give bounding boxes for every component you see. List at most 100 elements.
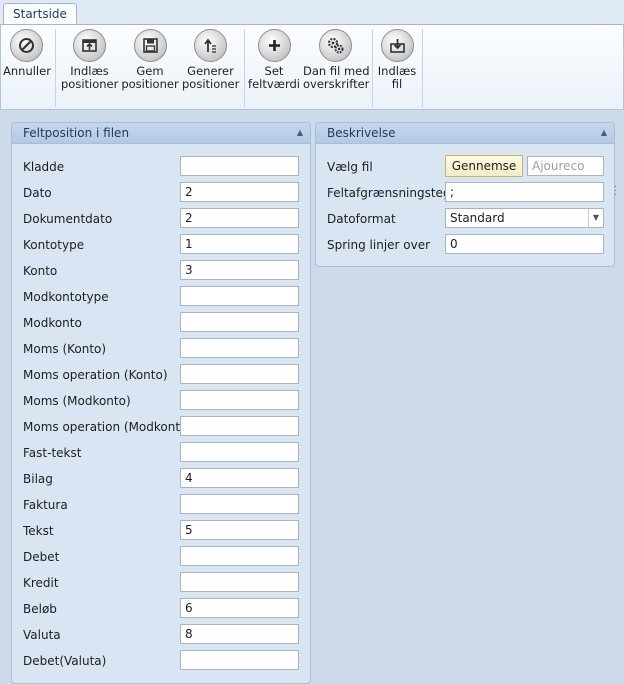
tab-startside[interactable]: Startside	[3, 3, 77, 26]
field-row: Kredit	[23, 572, 303, 594]
field-row: Fast-tekst	[23, 442, 303, 464]
field-label: Bilag	[23, 472, 53, 486]
file-row: Vælg fil Gennemse Ajoureco	[327, 155, 607, 178]
field-position-input[interactable]: 2	[180, 182, 299, 202]
field-label: Valuta	[23, 628, 61, 642]
field-position-input[interactable]	[180, 286, 299, 306]
field-position-panel: Feltposition i filen ▲ Kladde Dato 2 Dokume…	[11, 122, 311, 684]
field-label: Kontotype	[23, 238, 85, 252]
field-position-input[interactable]: 3	[180, 260, 299, 280]
field-label: Modkonto	[23, 316, 82, 330]
delimiter-input[interactable]: ;	[445, 182, 604, 202]
field-label: Beløb	[23, 602, 57, 616]
collapse-icon[interactable]: ▲	[297, 123, 303, 143]
field-label: Moms operation (Konto)	[23, 368, 168, 382]
field-position-input[interactable]	[180, 650, 299, 670]
field-label: Modkontotype	[23, 290, 109, 304]
dan-fil-button[interactable]: Dan fil med overskrifter	[303, 29, 370, 91]
panel-title: Beskrivelse	[327, 126, 396, 140]
field-position-input[interactable]	[180, 390, 299, 410]
dateformat-label: Datoformat	[327, 212, 396, 226]
field-row: Beløb 6	[23, 598, 303, 620]
field-position-input[interactable]	[180, 572, 299, 592]
field-row: Konto 3	[23, 260, 303, 282]
generer-positioner-button[interactable]: Generer positioner	[182, 29, 239, 91]
skip-lines-input[interactable]: 0	[445, 234, 604, 254]
set-feltvaerdi-button[interactable]: Set feltværdi	[247, 29, 301, 91]
field-position-input[interactable]	[180, 494, 299, 514]
save-disk-icon	[133, 29, 167, 62]
field-position-input[interactable]: 6	[180, 598, 299, 618]
field-row: Faktura	[23, 494, 303, 516]
field-row: Moms operation (Modkonto)	[23, 416, 303, 438]
field-label: Faktura	[23, 498, 68, 512]
field-label: Kladde	[23, 160, 65, 174]
field-label: Dokumentdato	[23, 212, 113, 226]
plus-icon	[257, 29, 291, 62]
description-panel-header: Beskrivelse ▲	[316, 123, 614, 144]
indlaes-fil-button[interactable]: Indlæs fil	[377, 29, 417, 91]
indlaes-positioner-button[interactable]: Indlæs positioner	[61, 29, 118, 91]
import-file-icon	[380, 29, 414, 62]
open-folder-icon	[73, 29, 106, 62]
field-label: Debet(Valuta)	[23, 654, 107, 668]
annuller-button[interactable]: Annuller	[3, 29, 51, 78]
gears-icon	[318, 29, 352, 62]
panel-title: Feltposition i filen	[23, 126, 130, 140]
skip-lines-row: Spring linjer over 0	[327, 234, 607, 256]
ribbon-separator	[55, 29, 56, 107]
ribbon: Annuller Indlæs positioner Gem positione…	[0, 24, 624, 110]
field-label: Kredit	[23, 576, 59, 590]
field-row: Moms operation (Konto)	[23, 364, 303, 386]
delimiter-row: Feltafgrænsningstegn ;	[327, 182, 607, 204]
ribbon-separator	[372, 29, 373, 107]
field-row: Debet	[23, 546, 303, 568]
field-row: Dato 2	[23, 182, 303, 204]
splitter-grip-icon[interactable]: · · ·	[614, 183, 617, 201]
field-row: Tekst 5	[23, 520, 303, 542]
field-position-input[interactable]: 5	[180, 520, 299, 540]
dateformat-select[interactable]: Standard ▼	[445, 208, 604, 228]
indlaes-positioner-label-2: positioner	[61, 77, 119, 91]
gem-positioner-label-2: positioner	[121, 77, 179, 91]
file-label: Vælg fil	[327, 160, 373, 174]
indlaes-fil-label-2: fil	[391, 77, 403, 91]
field-position-input[interactable]	[180, 364, 299, 384]
file-path-input[interactable]: Ajoureco	[527, 156, 604, 176]
field-position-input[interactable]	[180, 442, 299, 462]
field-label: Moms (Modkonto)	[23, 394, 131, 408]
ribbon-separator	[422, 29, 423, 107]
collapse-icon[interactable]: ▲	[601, 123, 607, 143]
chevron-down-icon[interactable]: ▼	[588, 209, 603, 227]
field-label: Konto	[23, 264, 58, 278]
field-position-input[interactable]	[180, 546, 299, 566]
field-position-input[interactable]: 2	[180, 208, 299, 228]
field-position-input[interactable]: 1	[180, 234, 299, 254]
field-position-input[interactable]	[180, 312, 299, 332]
gem-positioner-button[interactable]: Gem positioner	[121, 29, 179, 91]
field-row: Valuta 8	[23, 624, 303, 646]
generate-icon	[194, 29, 227, 62]
dan-fil-label-2: overskrifter	[303, 77, 370, 91]
field-position-input[interactable]: 4	[180, 468, 299, 488]
field-label: Moms (Konto)	[23, 342, 107, 356]
field-position-input[interactable]	[180, 416, 299, 436]
field-row: Modkontotype	[23, 286, 303, 308]
cancel-icon	[10, 29, 43, 62]
dateformat-value: Standard	[450, 211, 505, 225]
set-feltvaerdi-label-2: feltværdi	[248, 77, 300, 91]
field-label: Tekst	[23, 524, 54, 538]
field-row: Modkonto	[23, 312, 303, 334]
field-position-input[interactable]	[180, 156, 299, 176]
ribbon-separator	[244, 29, 245, 107]
browse-button[interactable]: Gennemse	[445, 155, 523, 177]
description-panel: Beskrivelse ▲ Vælg fil Gennemse Ajoureco…	[315, 122, 615, 267]
field-row: Debet(Valuta)	[23, 650, 303, 672]
field-position-input[interactable]	[180, 338, 299, 358]
annuller-label: Annuller	[3, 64, 51, 78]
field-position-panel-header: Feltposition i filen ▲	[12, 123, 310, 144]
field-position-input[interactable]: 8	[180, 624, 299, 644]
delimiter-label: Feltafgrænsningstegn	[327, 186, 459, 200]
field-row: Moms (Modkonto)	[23, 390, 303, 412]
field-row: Kontotype 1	[23, 234, 303, 256]
